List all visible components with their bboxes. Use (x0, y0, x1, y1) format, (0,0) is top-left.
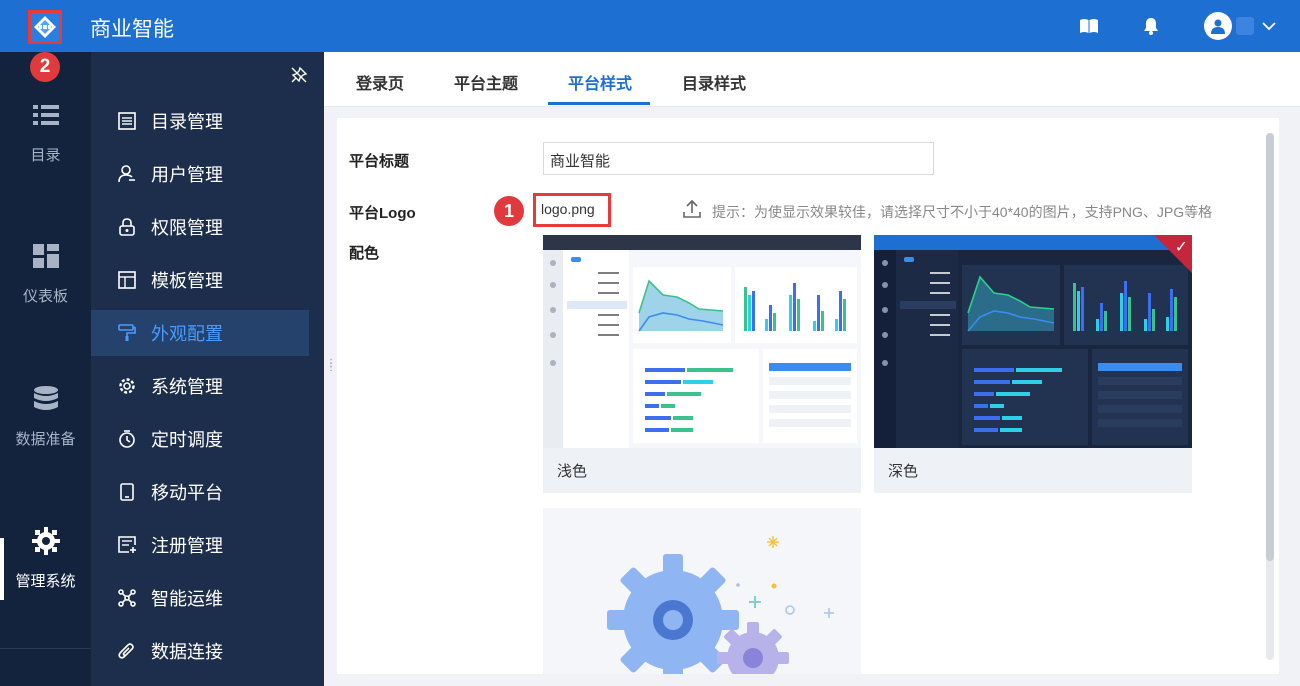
sidebar-item-label: 用户管理 (151, 165, 223, 185)
nav-item-data-prep[interactable]: 数据准备 (0, 384, 91, 449)
tab-bar: 登录页 平台主题 平台样式 目录样式 (324, 52, 1300, 107)
logo-hint: 提示：为使显示效果较佳，请选择尺寸不小于40*40的图片，支持PNG、JPG等格 (712, 204, 1213, 220)
sidebar-item-label: 外观配置 (151, 324, 223, 344)
sidebar-item-label: 系统管理 (151, 377, 223, 397)
timer-icon (117, 429, 137, 449)
scrollbar-thumb[interactable] (1266, 133, 1274, 561)
dashboard-icon (0, 241, 91, 271)
nav-item-catalog[interactable]: 目录 (0, 100, 91, 165)
username-redacted (1236, 17, 1254, 35)
list-icon (0, 100, 91, 130)
mobile-icon (117, 482, 137, 502)
logo-file-name[interactable]: logo.png (533, 193, 611, 227)
theme-card-custom[interactable] (543, 508, 861, 674)
tab-login-page[interactable]: 登录页 (356, 70, 404, 94)
active-tab-indicator (548, 102, 650, 105)
sidebar-item-label: 移动平台 (151, 483, 223, 503)
paint-roller-icon (117, 323, 137, 343)
user-icon (117, 164, 137, 184)
tab-platform-style[interactable]: 平台样式 (568, 70, 632, 94)
dark-theme-preview: ✓ (874, 235, 1192, 448)
tab-platform-theme[interactable]: 平台主题 (454, 70, 518, 94)
sidebar-item-label: 智能运维 (151, 589, 223, 609)
platform-title-input[interactable]: 商业智能 (543, 142, 934, 175)
theme-name-light: 浅色 (557, 463, 588, 480)
book-icon[interactable] (1078, 15, 1100, 37)
pin-icon[interactable] (290, 66, 308, 89)
sidebar-item-mobile[interactable]: 移动平台 (91, 469, 309, 515)
nav-divider (0, 648, 91, 649)
catalog-icon (117, 111, 137, 131)
sidebar-item-data-connection[interactable]: 数据连接 (91, 628, 309, 674)
nav-label: 数据准备 (15, 431, 76, 448)
platform-logo-label: 平台Logo (349, 205, 416, 222)
chevron-down-icon[interactable] (1262, 21, 1276, 31)
nav-label: 管理系统 (15, 573, 76, 590)
sidebar-item-label: 注册管理 (151, 536, 223, 556)
avatar[interactable] (1204, 12, 1232, 40)
logo-icon (34, 16, 56, 38)
nav-item-admin[interactable]: 管理系统 (0, 526, 91, 591)
sidebar-item-registration[interactable]: 注册管理 (91, 522, 309, 568)
gears-illustration-icon (607, 536, 834, 674)
user-avatar-icon (1211, 19, 1225, 34)
sidebar-item-appearance[interactable]: 外观配置 (91, 310, 309, 356)
template-icon (117, 270, 137, 290)
platform-title-label: 平台标题 (349, 153, 410, 170)
sidebar-item-system-mgmt[interactable]: 系统管理 (91, 363, 309, 409)
tab-catalog-style[interactable]: 目录样式 (682, 70, 746, 94)
nav-item-dashboard[interactable]: 仪表板 (0, 241, 91, 306)
settings-icon (117, 376, 137, 396)
sidebar-item-smart-ops[interactable]: 智能运维 (91, 575, 309, 621)
sidebar-item-user-mgmt[interactable]: 用户管理 (91, 151, 309, 197)
sidebar-item-catalog-mgmt[interactable]: 目录管理 (91, 98, 309, 144)
resize-handle[interactable]: ⋮ ⋮ (326, 359, 336, 373)
network-icon (117, 588, 137, 608)
paperclip-icon (117, 641, 137, 661)
annotation-badge-1: 1 (494, 196, 524, 226)
bell-icon[interactable] (1140, 15, 1162, 37)
gear-icon (0, 526, 91, 556)
admin-sidebar: 目录管理 用户管理 权限管理 模板管理 外观配置 系统管理 定时调度 移动平台 … (91, 52, 324, 686)
sidebar-item-template-mgmt[interactable]: 模板管理 (91, 257, 309, 303)
sidebar-item-label: 定时调度 (151, 430, 223, 450)
app-logo[interactable] (28, 10, 62, 44)
register-icon (117, 535, 137, 555)
sidebar-item-label: 数据连接 (151, 642, 223, 662)
nav-label: 仪表板 (22, 288, 68, 305)
database-icon (0, 384, 91, 414)
sidebar-item-permission-mgmt[interactable]: 权限管理 (91, 204, 309, 250)
upload-icon[interactable] (683, 199, 701, 223)
style-settings-panel: 平台标题 商业智能 平台Logo 1 logo.png 提示：为使显示效果较佳，… (337, 118, 1279, 674)
sidebar-item-scheduler[interactable]: 定时调度 (91, 416, 309, 462)
sidebar-item-label: 权限管理 (151, 218, 223, 238)
lock-icon (117, 217, 137, 237)
primary-nav: 目录 仪表板 数据准备 管理系统 (0, 52, 91, 686)
theme-card-light[interactable]: 浅色 (543, 235, 861, 493)
theme-name-dark: 深色 (888, 463, 919, 480)
app-title: 商业智能 (90, 18, 174, 41)
check-icon: ✓ (1174, 239, 1188, 256)
top-bar: 商业智能 (0, 0, 1300, 52)
color-scheme-label: 配色 (349, 245, 380, 262)
nav-label: 目录 (30, 147, 61, 164)
annotation-badge-2: 2 (30, 52, 60, 82)
sidebar-item-label: 目录管理 (151, 112, 223, 132)
light-theme-preview (543, 235, 861, 448)
theme-card-dark[interactable]: ✓ 深色 (874, 235, 1192, 493)
sidebar-item-label: 模板管理 (151, 271, 223, 291)
